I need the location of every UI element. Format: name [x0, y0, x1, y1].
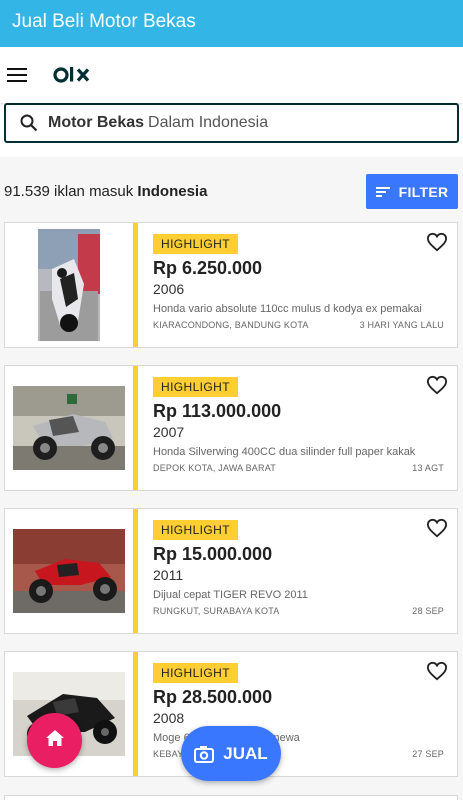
listing-description: Honda Silverwing 400CC dua silinder full…	[153, 446, 416, 458]
next-listing-card-edge	[4, 795, 458, 800]
listing-card[interactable]: HIGHLIGHT Rp 6.250.000 2006 Honda vario …	[4, 222, 458, 348]
listing-date: 3 HARI YANG LALU	[359, 320, 444, 330]
listing-price: Rp 113.000.000	[153, 401, 282, 421]
camera-icon	[194, 745, 215, 763]
listing-info: HIGHLIGHT Rp 15.000.000 2011 Dijual cepa…	[138, 509, 457, 633]
filter-button[interactable]: FILTER	[366, 174, 458, 209]
filter-icon	[375, 186, 390, 198]
hamburger-icon[interactable]	[7, 68, 27, 82]
listing-year: 2011	[153, 567, 184, 583]
listing-date: 27 SEP	[412, 749, 444, 759]
search-container: Motor Bekas Dalam Indonesia	[0, 103, 463, 157]
listing-info: HIGHLIGHT Rp 113.000.000 2007 Honda Silv…	[138, 366, 457, 490]
highlight-badge: HIGHLIGHT	[153, 234, 238, 254]
listing-card[interactable]: HIGHLIGHT Rp 15.000.000 2011 Dijual cepa…	[4, 508, 458, 634]
results-count: 91.539 iklan masuk Indonesia	[4, 183, 207, 200]
listing-meta: DEPOK KOTA, JAWA BARAT 13 AGT	[153, 463, 444, 473]
olx-logo[interactable]	[53, 65, 91, 85]
search-icon	[20, 114, 38, 132]
listing-location: RUNGKUT, SURABAYA KOTA	[153, 606, 280, 616]
listing-year: 2006	[153, 281, 185, 297]
heart-icon[interactable]	[426, 375, 448, 400]
listing-year: 2007	[153, 424, 185, 440]
listing-card[interactable]: HIGHLIGHT Rp 113.000.000 2007 Honda Silv…	[4, 365, 458, 491]
highlight-badge: HIGHLIGHT	[153, 520, 238, 540]
app-title-bar: Jual Beli Motor Bekas	[0, 0, 463, 47]
listing-location: KIARACONDONG, BANDUNG KOTA	[153, 320, 309, 330]
listing-price: Rp 6.250.000	[153, 258, 263, 278]
app-title: Jual Beli Motor Bekas	[12, 11, 196, 32]
listing-location: DEPOK KOTA, JAWA BARAT	[153, 463, 276, 473]
listing-year: 2008	[153, 710, 185, 726]
listing-price: Rp 28.500.000	[153, 687, 273, 707]
listing-description: Honda vario absolute 110cc mulus d kodya…	[153, 303, 422, 315]
search-location: Dalam Indonesia	[148, 114, 269, 131]
results-bar: 91.539 iklan masuk Indonesia FILTER	[4, 174, 458, 209]
sell-label: JUAL	[223, 743, 268, 763]
listing-date: 13 AGT	[412, 463, 444, 473]
results-location: Indonesia	[137, 183, 208, 200]
results-count-text: 91.539 iklan masuk	[4, 183, 134, 200]
filter-label: FILTER	[398, 183, 449, 200]
listing-thumbnail[interactable]	[5, 223, 133, 347]
home-button[interactable]	[27, 713, 82, 768]
listing-meta: KIARACONDONG, BANDUNG KOTA 3 HARI YANG L…	[153, 320, 444, 330]
listing-date: 28 SEP	[412, 606, 444, 616]
highlight-badge: HIGHLIGHT	[153, 377, 238, 397]
listing-price: Rp 15.000.000	[153, 544, 273, 564]
top-navbar	[0, 47, 463, 103]
home-icon	[45, 729, 65, 752]
listing-meta: RUNGKUT, SURABAYA KOTA 28 SEP	[153, 606, 444, 616]
sell-button[interactable]: JUAL	[181, 726, 281, 781]
search-keyword: Motor Bekas	[48, 114, 145, 131]
listing-thumbnail[interactable]	[5, 366, 133, 490]
highlight-badge: HIGHLIGHT	[153, 663, 238, 683]
heart-icon[interactable]	[426, 232, 448, 257]
listing-thumbnail[interactable]	[5, 509, 133, 633]
listing-info: HIGHLIGHT Rp 6.250.000 2006 Honda vario …	[138, 223, 457, 347]
heart-icon[interactable]	[426, 518, 448, 543]
search-input[interactable]: Motor Bekas Dalam Indonesia	[4, 103, 459, 143]
heart-icon[interactable]	[426, 661, 448, 686]
listing-description: Dijual cepat TIGER REVO 2011	[153, 589, 308, 601]
